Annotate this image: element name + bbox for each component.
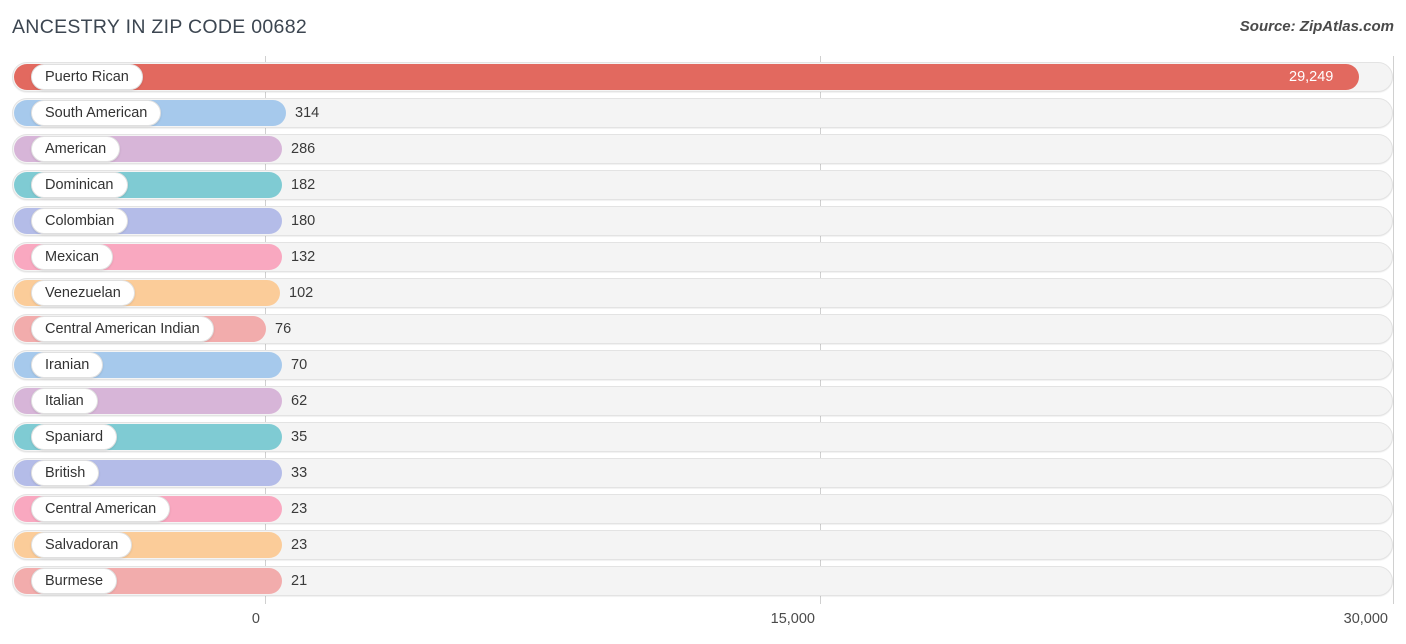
value-label: 102 xyxy=(289,285,314,301)
category-label-pill: Central American xyxy=(31,496,171,522)
value-label: 70 xyxy=(291,357,308,373)
bar-row[interactable]: Colombian 180 xyxy=(12,206,1393,236)
bar-row[interactable]: Central American 23 xyxy=(12,494,1393,524)
value-label: 180 xyxy=(291,213,316,229)
bar-row[interactable]: American 286 xyxy=(12,134,1393,164)
bar-row[interactable]: Burmese 21 xyxy=(12,566,1393,596)
bar-row[interactable]: Dominican 182 xyxy=(12,170,1393,200)
value-label: 76 xyxy=(275,321,292,337)
bar-row[interactable]: Salvadoran 23 xyxy=(12,530,1393,560)
category-label: Central American Indian xyxy=(45,320,200,337)
category-label: Venezuelan xyxy=(45,284,121,301)
chart-header: ANCESTRY IN ZIP CODE 00682 Source: ZipAt… xyxy=(0,0,1406,56)
bar-row[interactable]: British 33 xyxy=(12,458,1393,488)
bar-row[interactable]: Spaniard 35 xyxy=(12,422,1393,452)
x-axis-tick-label: 15,000 xyxy=(770,611,815,627)
value-label: 182 xyxy=(291,177,316,193)
value-label: 62 xyxy=(291,393,308,409)
category-label-pill: American xyxy=(31,136,121,162)
page-title: ANCESTRY IN ZIP CODE 00682 xyxy=(12,16,307,38)
category-label: Italian xyxy=(45,392,84,409)
category-label-pill: Dominican xyxy=(31,172,128,198)
category-label-pill: Central American Indian xyxy=(31,316,214,342)
value-label: 23 xyxy=(291,537,308,553)
category-label: Colombian xyxy=(45,212,115,229)
bar-row[interactable]: Central American Indian 76 xyxy=(12,314,1393,344)
value-label: 21 xyxy=(291,573,308,589)
category-label-pill: Puerto Rican xyxy=(31,64,143,90)
value-label: 29,249 xyxy=(1289,69,1334,85)
category-label: Iranian xyxy=(45,356,90,373)
bar-row[interactable]: Iranian 70 xyxy=(12,350,1393,380)
category-label-pill: Spaniard xyxy=(31,424,118,450)
value-label: 314 xyxy=(295,105,320,121)
category-label-pill: Colombian xyxy=(31,208,129,234)
x-axis-tick-label: 0 xyxy=(251,611,260,627)
category-label: Puerto Rican xyxy=(45,68,129,85)
x-axis-tick-label: 30,000 xyxy=(1343,611,1388,627)
source-attribution: Source: ZipAtlas.com xyxy=(1239,18,1394,35)
category-label: Burmese xyxy=(45,572,104,589)
category-label: South American xyxy=(45,104,148,121)
bar-row[interactable]: Italian 62 xyxy=(12,386,1393,416)
bar-row[interactable]: Puerto Rican 29,249 xyxy=(12,62,1393,92)
category-label: Salvadoran xyxy=(45,536,119,553)
category-label-pill: South American xyxy=(31,100,162,126)
value-label: 35 xyxy=(291,429,308,445)
category-label: Central American xyxy=(45,500,157,517)
category-label: Spaniard xyxy=(45,428,104,445)
category-label: American xyxy=(45,140,107,157)
category-label-pill: Burmese xyxy=(31,568,118,594)
category-label-pill: Salvadoran xyxy=(31,532,133,558)
category-label-pill: Mexican xyxy=(31,244,113,270)
bar-row[interactable]: Venezuelan 102 xyxy=(12,278,1393,308)
bar-row[interactable]: Mexican 132 xyxy=(12,242,1393,272)
value-label: 286 xyxy=(291,141,316,157)
category-label-pill: Venezuelan xyxy=(31,280,135,306)
value-label: 33 xyxy=(291,465,308,481)
value-label: 23 xyxy=(291,501,308,517)
category-label: Dominican xyxy=(45,176,114,193)
category-label: Mexican xyxy=(45,248,99,265)
category-label-pill: Italian xyxy=(31,388,98,414)
x-axis: 0 15,000 30,000 xyxy=(0,604,1406,644)
bar-rows: Puerto Rican 29,249 South American 314 Ameri… xyxy=(0,56,1406,604)
chart-plot-area: Puerto Rican 29,249 South American 314 Ameri… xyxy=(0,56,1406,604)
category-label-pill: British xyxy=(31,460,100,486)
category-label-pill: Iranian xyxy=(31,352,104,378)
category-label: British xyxy=(45,464,86,481)
value-bar[interactable] xyxy=(14,64,1359,90)
value-label: 132 xyxy=(291,249,316,265)
bar-row[interactable]: South American 314 xyxy=(12,98,1393,128)
